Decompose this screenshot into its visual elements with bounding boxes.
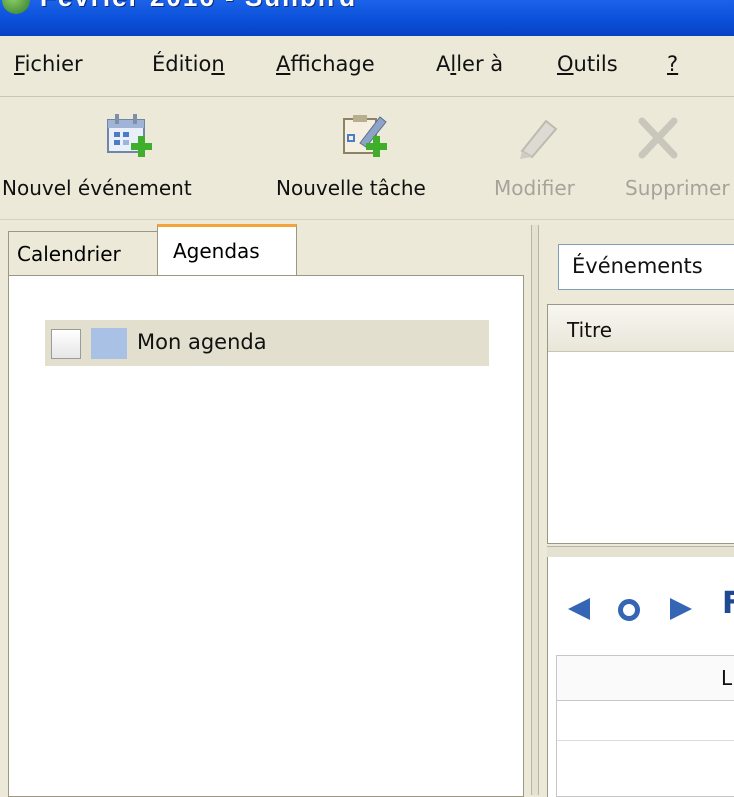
agenda-name: Mon agenda (137, 330, 267, 354)
agenda-list-panel: Mon agenda (8, 275, 524, 797)
delete-button[interactable]: Supprimer (622, 97, 734, 217)
tab-calendar[interactable]: Calendrier (8, 231, 158, 276)
menu-affichage[interactable]: Affichage (276, 52, 375, 76)
new-task-icon (343, 115, 387, 157)
menu-fichier[interactable]: Fichier (14, 52, 83, 76)
day-header-row: L (557, 656, 734, 701)
calendar-week-row[interactable] (557, 700, 734, 741)
day-header-monday: L (721, 666, 733, 690)
calendar-grid: L (556, 655, 734, 797)
pencil-icon (520, 119, 558, 159)
main-toolbar: Nouvel événement Nouvelle tâche Modifier… (0, 97, 734, 220)
pane-splitter[interactable] (531, 225, 539, 795)
new-event-icon (107, 114, 152, 157)
agenda-color-swatch (91, 328, 127, 359)
new-task-button[interactable]: Nouvelle tâche (268, 97, 466, 217)
events-filter-select[interactable]: Événements (558, 244, 734, 290)
menu-outils[interactable]: Outils (557, 52, 618, 76)
menu-aide[interactable]: ? (667, 52, 678, 76)
column-header-title[interactable]: Titre (548, 305, 734, 352)
month-title: F (722, 586, 734, 621)
previous-arrow-icon[interactable] (568, 598, 590, 620)
today-circle-icon[interactable] (618, 599, 640, 621)
menu-aller-a[interactable]: Aller à (436, 52, 503, 76)
tab-agendas[interactable]: Agendas (157, 224, 297, 279)
menu-edition[interactable]: Édition (152, 52, 225, 76)
agenda-list-item[interactable]: Mon agenda (45, 320, 489, 366)
edit-label: Modifier (494, 176, 575, 200)
new-event-label: Nouvel événement (2, 176, 192, 200)
window-titlebar[interactable]: Février 2016 - Sunbird (0, 0, 734, 36)
next-arrow-icon[interactable] (670, 598, 692, 620)
sunbird-app-icon (2, 0, 30, 14)
delete-label: Supprimer (625, 176, 730, 200)
agenda-visibility-checkbox[interactable] (51, 329, 81, 359)
menubar: Fichier Édition Affichage Aller à Outils… (0, 36, 734, 97)
window-title: Février 2016 - Sunbird (40, 0, 357, 13)
new-event-button[interactable]: Nouvel événement (0, 97, 256, 217)
new-task-label: Nouvelle tâche (276, 176, 426, 200)
events-list[interactable]: Titre (547, 304, 734, 544)
delete-x-icon (638, 117, 678, 159)
edit-button[interactable]: Modifier (490, 97, 600, 217)
